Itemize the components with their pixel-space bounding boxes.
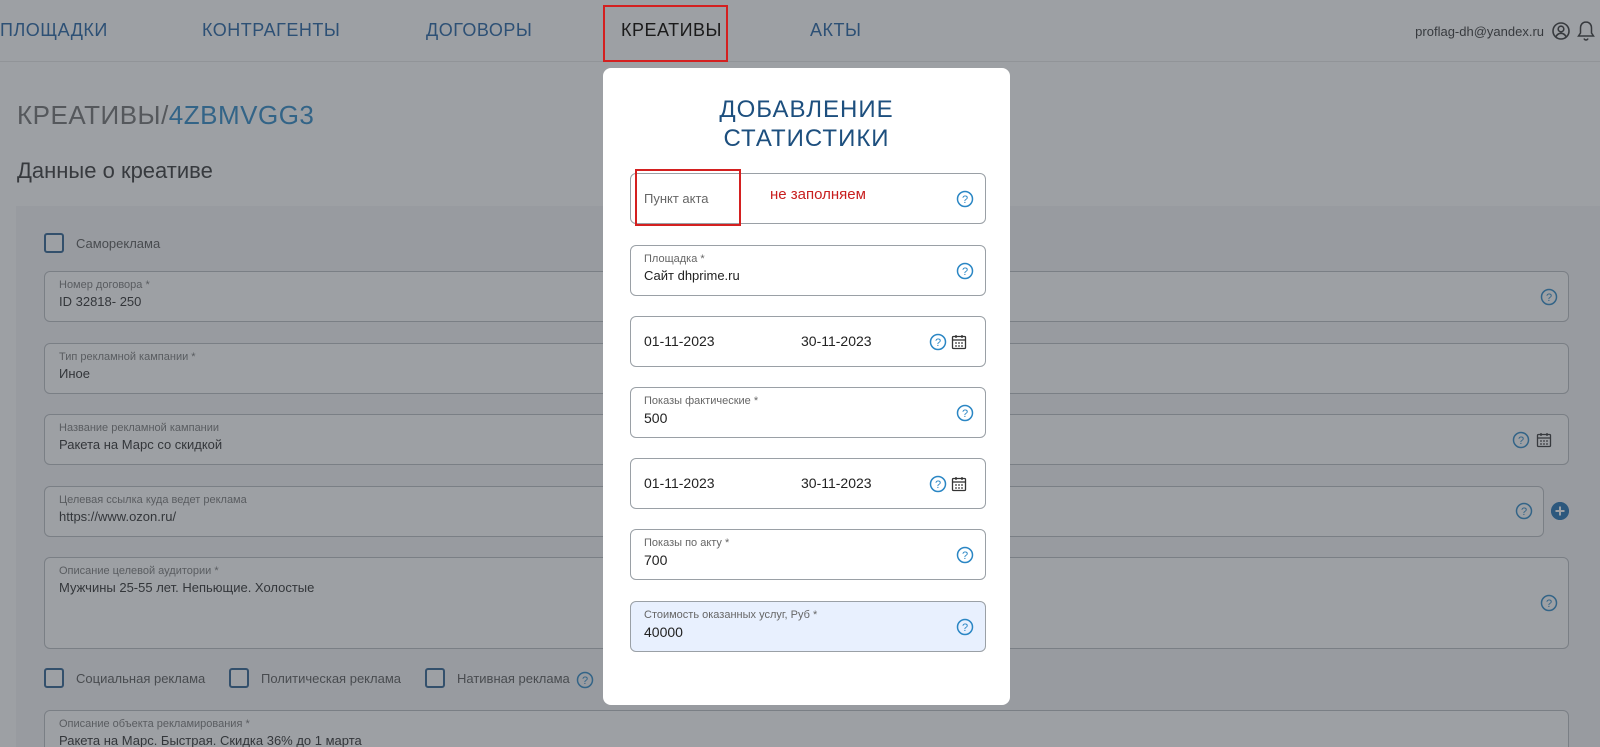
svg-text:?: ?: [935, 337, 941, 349]
field-label: Площадка *: [644, 253, 705, 265]
modal-title-line-2: СТАТИСТИКИ: [723, 125, 890, 152]
nav-item-creatives[interactable]: КРЕАТИВЫ: [621, 20, 722, 41]
svg-text:?: ?: [962, 622, 968, 634]
field-label: Показы по акту *: [644, 537, 730, 549]
help-icon[interactable]: ?: [929, 333, 947, 351]
service-cost-field[interactable]: Стоимость оказанных услуг, Руб * 40000 ?: [630, 601, 986, 652]
calendar-icon[interactable]: [951, 334, 967, 350]
date-to[interactable]: 30-11-2023: [801, 333, 872, 349]
date-from[interactable]: 01-11-2023: [644, 475, 715, 491]
svg-text:?: ?: [935, 479, 941, 491]
field-label: Показы фактические *: [644, 395, 759, 407]
impressions-actual-field[interactable]: Показы фактические * 500 ?: [630, 387, 986, 438]
annotation-note: не заполняем: [770, 186, 866, 203]
help-icon[interactable]: ?: [956, 262, 974, 280]
svg-text:?: ?: [962, 408, 968, 420]
period-2-date-range-field[interactable]: 01-11-2023 30-11-2023 ?: [630, 458, 986, 509]
svg-text:?: ?: [962, 266, 968, 278]
svg-text:?: ?: [962, 194, 968, 206]
annotation-highlight-box: [635, 169, 741, 226]
impressions-by-act-field[interactable]: Показы по акту * 700 ?: [630, 529, 986, 580]
modal-title-line-1: ДОБАВЛЕНИЕ: [719, 96, 894, 123]
field-value: 40000: [644, 624, 683, 640]
help-icon[interactable]: ?: [929, 475, 947, 493]
svg-text:?: ?: [962, 550, 968, 562]
help-icon[interactable]: ?: [956, 546, 974, 564]
period-1-date-range-field[interactable]: 01-11-2023 30-11-2023 ?: [630, 316, 986, 367]
help-icon[interactable]: ?: [956, 190, 974, 208]
help-icon[interactable]: ?: [956, 618, 974, 636]
field-value: 700: [644, 552, 668, 568]
date-to[interactable]: 30-11-2023: [801, 475, 872, 491]
field-value: 500: [644, 410, 668, 426]
help-icon[interactable]: ?: [956, 404, 974, 422]
field-label: Стоимость оказанных услуг, Руб *: [644, 609, 818, 621]
calendar-icon[interactable]: [951, 476, 967, 492]
field-value: Сайт dhprime.ru: [644, 268, 740, 283]
platform-field[interactable]: Площадка * Сайт dhprime.ru ?: [630, 245, 986, 296]
add-statistics-modal: ДОБАВЛЕНИЕ СТАТИСТИКИ Пункт акта ? не за…: [603, 68, 1010, 705]
modal-title: ДОБАВЛЕНИЕ СТАТИСТИКИ: [603, 95, 1010, 153]
date-from[interactable]: 01-11-2023: [644, 333, 715, 349]
